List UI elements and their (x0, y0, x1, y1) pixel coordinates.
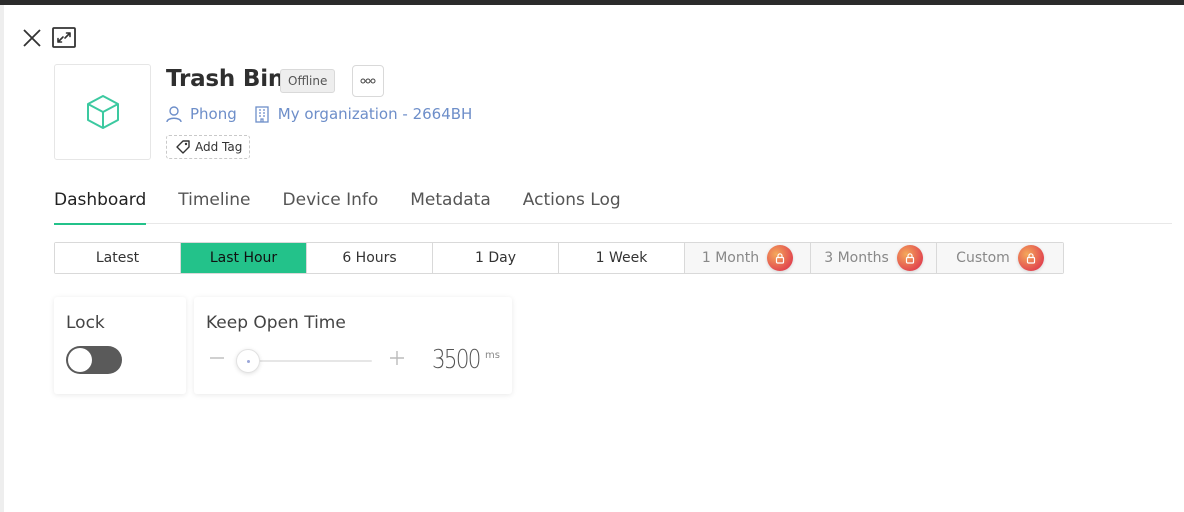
tab-timeline[interactable]: Timeline (178, 186, 250, 224)
range-6-hours[interactable]: 6 Hours (307, 243, 433, 273)
building-icon (253, 105, 271, 123)
keep-open-time-title: Keep Open Time (206, 313, 346, 333)
slider-handle[interactable] (236, 349, 260, 373)
tag-icon (175, 139, 191, 155)
slider-unit: ms (485, 350, 500, 361)
range-label: 1 Month (701, 250, 760, 266)
tab-metadata[interactable]: Metadata (410, 186, 491, 224)
expand-icon (52, 27, 76, 48)
minus-icon (210, 357, 224, 359)
range-1-day[interactable]: 1 Day (433, 243, 559, 273)
tab-bar: Dashboard Timeline Device Info Metadata … (54, 186, 1172, 225)
close-icon (23, 29, 41, 47)
range-label: 1 Week (595, 250, 648, 266)
range-label: Last Hour (209, 250, 278, 266)
device-meta: Phong My organization - 2664BH (165, 103, 472, 125)
left-border (0, 5, 4, 512)
top-bar (0, 0, 1184, 5)
range-label: Custom (956, 250, 1010, 266)
range-3-months[interactable]: 3 Months (811, 243, 937, 273)
lock-icon (896, 245, 923, 271)
range-last-hour[interactable]: Last Hour (181, 243, 307, 273)
user-icon (165, 105, 183, 123)
lock-toggle[interactable] (66, 346, 122, 374)
status-badge: Offline (280, 69, 336, 93)
range-1-month[interactable]: 1 Month (685, 243, 811, 273)
tab-device-info[interactable]: Device Info (283, 186, 379, 224)
organization-link[interactable]: My organization - 2664BH (278, 105, 473, 123)
tab-dashboard[interactable]: Dashboard (54, 186, 147, 225)
close-button[interactable] (20, 26, 44, 50)
cube-icon (86, 95, 119, 129)
owner-link[interactable]: Phong (190, 105, 237, 123)
slider-track[interactable] (248, 360, 372, 362)
add-tag-label: Add Tag (195, 140, 243, 154)
increase-button[interactable] (388, 349, 406, 367)
toggle-knob (68, 348, 92, 372)
device-title: Trash Bin (166, 66, 285, 92)
lock-icon (1017, 245, 1044, 271)
slider-value: 3500 (432, 345, 481, 375)
more-button[interactable] (352, 65, 384, 97)
lock-icon (767, 245, 794, 271)
range-1-week[interactable]: 1 Week (559, 243, 685, 273)
decrease-button[interactable] (208, 349, 226, 367)
tab-actions-log[interactable]: Actions Log (523, 186, 621, 224)
device-thumbnail (54, 64, 151, 160)
keep-open-time-widget: Keep Open Time 3500 ms (194, 297, 512, 394)
expand-button[interactable] (52, 26, 76, 50)
range-label: Latest (95, 250, 140, 266)
add-tag-button[interactable]: Add Tag (166, 135, 251, 159)
range-latest[interactable]: Latest (55, 243, 181, 273)
lock-widget-title: Lock (66, 313, 105, 333)
range-custom[interactable]: Custom (937, 243, 1063, 273)
lock-widget: Lock (54, 297, 186, 394)
more-icon (360, 78, 376, 84)
range-label: 3 Months (824, 250, 889, 266)
range-label: 1 Day (474, 250, 516, 266)
plus-icon (390, 351, 404, 365)
range-label: 6 Hours (342, 250, 397, 266)
time-range-selector: Latest Last Hour 6 Hours 1 Day 1 Week 1 … (54, 242, 1064, 274)
